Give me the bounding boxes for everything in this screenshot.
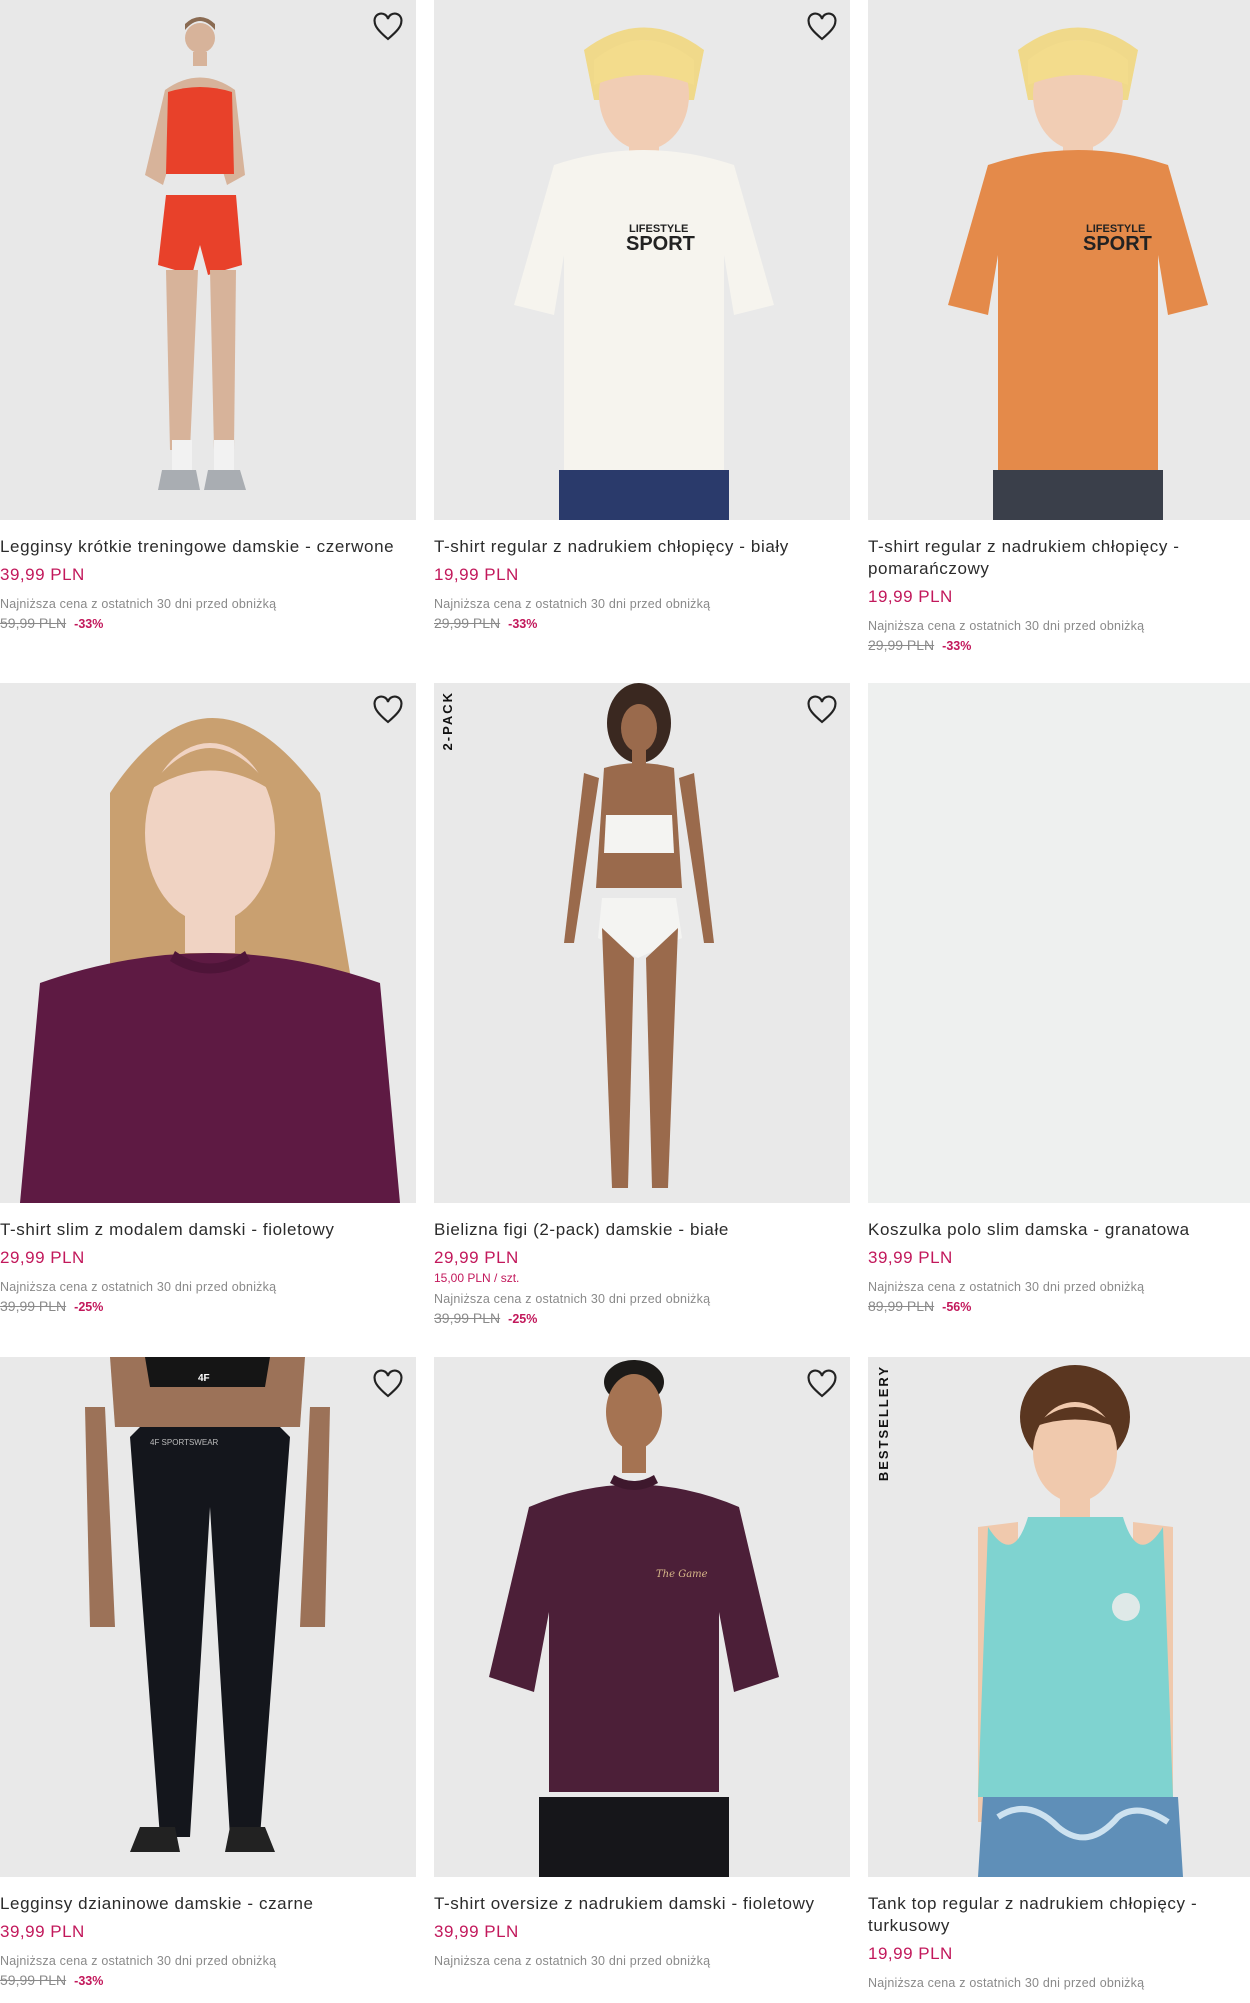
old-price-row: 29,99 PLN -33% (434, 615, 850, 631)
product-price: 19,99 PLN (868, 1944, 953, 1963)
lowest-price-note: Najniższa cena z ostatnich 30 dni przed … (434, 1954, 711, 1968)
discount-badge: -33% (74, 1974, 104, 1988)
lowest-price-note: Najniższa cena z ostatnich 30 dni przed … (0, 1954, 277, 1968)
print-text: SPORT (626, 233, 695, 255)
product-title[interactable]: Koszulka polo slim damska - granatowa (868, 1219, 1250, 1241)
product-card[interactable]: 2-PACK Bielizna figi (2-pack) damskie - … (434, 683, 850, 1326)
heart-icon (373, 12, 403, 41)
product-price: 39,99 PLN (0, 1922, 85, 1941)
discount-badge: -33% (74, 617, 104, 631)
product-card[interactable]: BESTSELLERY Tank top regular z nadrukiem… (868, 1357, 1250, 1990)
old-price-row: 89,99 PLN -56% (868, 1298, 1250, 1314)
old-price-row: 29,99 PLN -33% (868, 637, 1250, 653)
product-image[interactable]: 4F 4F SPORTSWEAR (0, 1357, 416, 1877)
product-photo-tshirt-purple (0, 683, 416, 1203)
old-price: 29,99 PLN (434, 615, 501, 631)
waistband-text: 4F SPORTSWEAR (150, 1438, 219, 1447)
heart-icon (807, 695, 837, 724)
lowest-price-note: Najniższa cena z ostatnich 30 dni przed … (868, 619, 1145, 633)
product-price: 39,99 PLN (434, 1922, 519, 1941)
heart-icon (373, 695, 403, 724)
product-title[interactable]: T-shirt regular z nadrukiem chłopięcy - … (434, 536, 850, 558)
product-title[interactable]: T-shirt oversize z nadrukiem damski - fi… (434, 1893, 850, 1915)
heart-icon (807, 1369, 837, 1398)
old-price: 89,99 PLN (868, 1298, 935, 1314)
discount-badge: -33% (942, 639, 972, 653)
lowest-price-note: Najniższa cena z ostatnich 30 dni przed … (434, 1292, 711, 1306)
print-text: SPORT (1083, 233, 1152, 255)
wishlist-button[interactable] (370, 10, 406, 44)
product-photo-leggings-red (0, 0, 416, 520)
product-image[interactable] (0, 683, 416, 1203)
lowest-price-note: Najniższa cena z ostatnich 30 dni przed … (868, 1976, 1145, 1990)
product-card[interactable]: Koszulka polo slim damska - granatowa 39… (868, 683, 1250, 1314)
product-photo-underwear-white (434, 683, 850, 1203)
discount-badge: -56% (942, 1300, 972, 1314)
old-price: 39,99 PLN (434, 1310, 501, 1326)
old-price: 59,99 PLN (0, 615, 67, 631)
old-price-row: 59,99 PLN -33% (0, 1972, 416, 1988)
product-title[interactable]: Bielizna figi (2-pack) damskie - białe (434, 1219, 850, 1241)
old-price: 29,99 PLN (868, 637, 935, 653)
old-price-row: 59,99 PLN -33% (0, 615, 416, 631)
wishlist-button[interactable] (370, 1367, 406, 1401)
product-card[interactable]: 4F 4F SPORTSWEAR Legginsy dzianinowe dam… (0, 1357, 416, 1988)
product-image[interactable] (0, 0, 416, 520)
product-card[interactable]: The Game T-shirt oversize z nadrukiem da… (434, 1357, 850, 1968)
discount-badge: -25% (508, 1312, 538, 1326)
wishlist-button[interactable] (370, 693, 406, 727)
lowest-price-note: Najniższa cena z ostatnich 30 dni przed … (868, 1280, 1145, 1294)
product-image[interactable]: LIFESTYLE SPORT (868, 0, 1250, 520)
discount-badge: -33% (508, 617, 538, 631)
old-price-row: 39,99 PLN -25% (434, 1310, 850, 1326)
product-image[interactable]: BESTSELLERY (868, 1357, 1250, 1877)
unit-price: 15,00 PLN / szt. (434, 1271, 520, 1285)
heart-icon (807, 12, 837, 41)
print-text: The Game (656, 1569, 708, 1580)
product-price: 19,99 PLN (434, 565, 519, 584)
product-photo-tshirt-orange: LIFESTYLE SPORT (868, 0, 1250, 520)
discount-badge: -25% (74, 1300, 104, 1314)
product-title[interactable]: Legginsy krótkie treningowe damskie - cz… (0, 536, 416, 558)
product-photo-tanktop-turquoise (868, 1357, 1250, 1877)
product-price: 29,99 PLN (0, 1248, 85, 1267)
product-photo-tshirt-oversize-purple: The Game (434, 1357, 850, 1877)
product-price: 29,99 PLN (434, 1248, 519, 1267)
product-image[interactable]: LIFESTYLE SPORT (434, 0, 850, 520)
product-card[interactable]: T-shirt slim z modalem damski - fioletow… (0, 683, 416, 1314)
lowest-price-note: Najniższa cena z ostatnich 30 dni przed … (0, 1280, 277, 1294)
product-price: 39,99 PLN (0, 565, 85, 584)
old-price-row: 39,99 PLN -25% (0, 1298, 416, 1314)
product-price: 19,99 PLN (868, 587, 953, 606)
product-photo-tshirt-white: LIFESTYLE SPORT (434, 0, 850, 520)
wishlist-button[interactable] (804, 693, 840, 727)
product-card[interactable]: Legginsy krótkie treningowe damskie - cz… (0, 0, 416, 631)
product-image[interactable]: 2-PACK (434, 683, 850, 1203)
product-image[interactable]: The Game (434, 1357, 850, 1877)
product-title[interactable]: T-shirt regular z nadrukiem chłopięcy - … (868, 536, 1250, 580)
product-photo-leggings-black: 4F 4F SPORTSWEAR (0, 1357, 416, 1877)
lowest-price-note: Najniższa cena z ostatnich 30 dni przed … (0, 597, 277, 611)
promo-badge: 2-PACK (440, 691, 455, 751)
wishlist-button[interactable] (804, 10, 840, 44)
old-price: 59,99 PLN (0, 1972, 67, 1988)
bra-logo: 4F (198, 1373, 210, 1384)
heart-icon (373, 1369, 403, 1398)
product-title[interactable]: Tank top regular z nadrukiem chłopięcy -… (868, 1893, 1250, 1937)
product-title[interactable]: Legginsy dzianinowe damskie - czarne (0, 1893, 416, 1915)
old-price: 39,99 PLN (0, 1298, 67, 1314)
product-card[interactable]: LIFESTYLE SPORT T-shirt regular z nadruk… (868, 0, 1250, 653)
lowest-price-note: Najniższa cena z ostatnich 30 dni przed … (434, 597, 711, 611)
product-card[interactable]: LIFESTYLE SPORT T-shirt regular z nadruk… (434, 0, 850, 631)
promo-badge: BESTSELLERY (876, 1365, 891, 1482)
product-title[interactable]: T-shirt slim z modalem damski - fioletow… (0, 1219, 416, 1241)
product-grid: Legginsy krótkie treningowe damskie - cz… (0, 0, 1250, 2003)
product-price: 39,99 PLN (868, 1248, 953, 1267)
product-image[interactable] (868, 683, 1250, 1203)
wishlist-button[interactable] (804, 1367, 840, 1401)
